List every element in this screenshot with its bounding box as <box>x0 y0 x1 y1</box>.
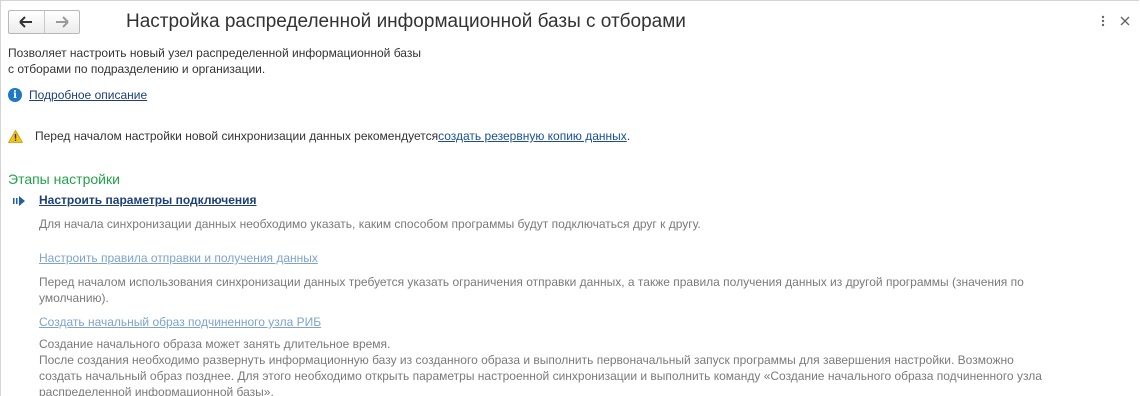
step-3-description-line-2: После создания необходимо развернуть инф… <box>39 353 1014 367</box>
close-button[interactable] <box>1116 12 1134 30</box>
details-link[interactable]: Подробное описание <box>29 88 147 102</box>
close-icon <box>1120 16 1130 26</box>
step-3-description-line-3: создать начальный образ позднее. Для это… <box>39 369 1042 383</box>
more-button[interactable] <box>1094 12 1112 30</box>
step-3-description-line-4: распределенной информационной базы». <box>39 385 274 396</box>
forward-button[interactable] <box>43 11 80 33</box>
info-icon: i <box>8 88 22 102</box>
warning-icon <box>8 129 23 143</box>
more-vertical-icon <box>1101 15 1105 27</box>
step-initial-image-description: Создание начального образа может занять … <box>39 336 1119 396</box>
arrow-left-icon <box>19 16 33 28</box>
details-row: i Подробное описание <box>8 88 147 102</box>
warning-suffix: . <box>626 129 631 143</box>
step-exchange-rules-link[interactable]: Настроить правила отправки и получения д… <box>39 251 318 265</box>
step-exchange-rules-description: Перед началом использования синхронизаци… <box>39 274 1119 306</box>
arrow-right-icon <box>55 16 69 28</box>
step-2-description-line-1: Перед началом использования синхронизаци… <box>39 275 1024 289</box>
navigation-buttons <box>8 10 80 34</box>
backup-link[interactable]: создать резервную копию данных <box>438 129 627 143</box>
description-line-2: с отборами по подразделению и организаци… <box>8 62 266 76</box>
form-description: Позволяет настроить новый узел распредел… <box>8 45 508 77</box>
step-connection-settings-description: Для начала синхронизации данных необходи… <box>39 216 1119 232</box>
backup-warning: Перед началом настройки новой синхрониза… <box>8 129 630 143</box>
back-button[interactable] <box>9 11 44 33</box>
page-title: Настройка распределенной информационной … <box>126 11 686 32</box>
description-line-1: Позволяет настроить новый узел распредел… <box>8 46 421 60</box>
step-2-description-line-2: умолчанию). <box>39 291 109 305</box>
step-3-description-line-1: Создание начального образа может занять … <box>39 337 391 351</box>
step-connection-settings-link[interactable]: Настроить параметры подключения <box>39 193 257 207</box>
stages-title: Этапы настройки <box>8 171 120 187</box>
current-step-arrow-icon <box>13 196 25 206</box>
step-initial-image-link[interactable]: Создать начальный образ подчиненного узл… <box>39 315 321 329</box>
step-1-description-line: Для начала синхронизации данных необходи… <box>39 217 701 231</box>
warning-text: Перед началом настройки новой синхрониза… <box>35 129 439 143</box>
window: Настройка распределенной информационной … <box>0 0 1139 396</box>
